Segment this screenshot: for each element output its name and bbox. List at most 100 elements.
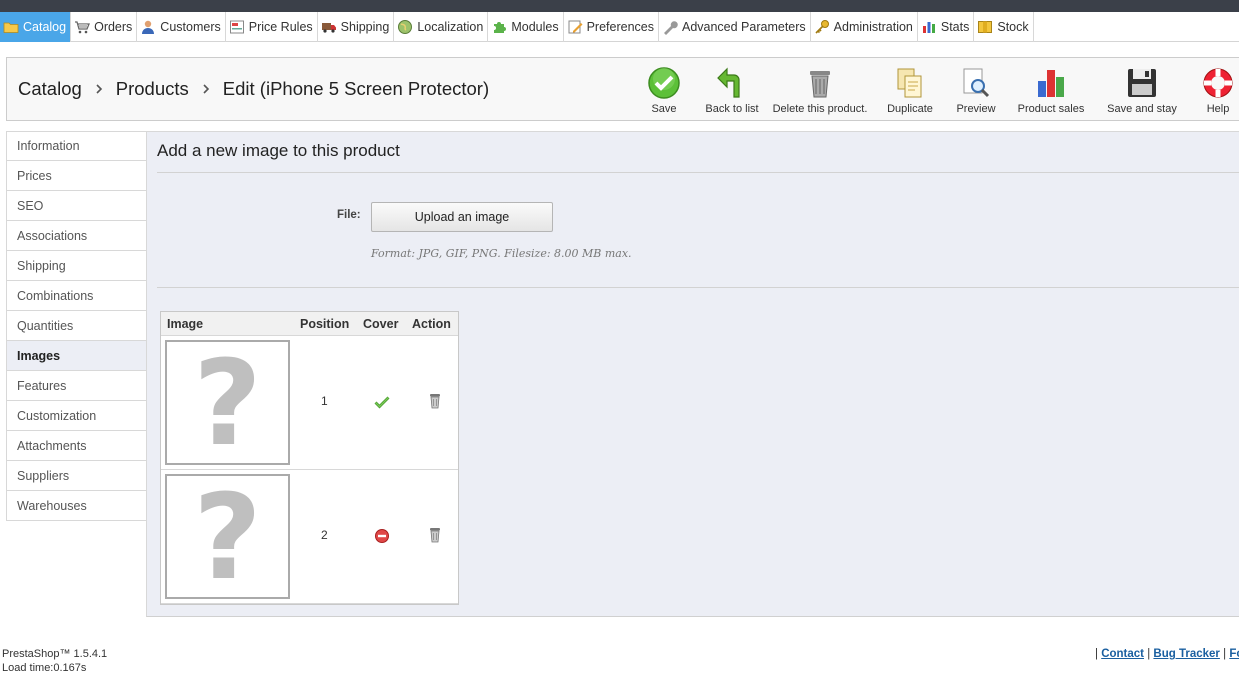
breadcrumb-products[interactable]: Products [116,78,189,100]
delete-label: Delete this product. [772,103,868,115]
panel-title: Add a new image to this product [157,141,400,160]
lifebuoy-icon [1201,66,1235,100]
magnifier-page-icon [959,66,993,100]
box-icon [977,19,993,35]
tab-combinations[interactable]: Combinations [6,281,147,311]
checkmark-circle-icon [647,66,681,100]
menu-label: Customers [160,20,221,34]
folder-icon [3,19,19,35]
page-toolbar: Catalog Products Edit (iPhone 5 Screen P… [6,57,1239,121]
menu-advanced-parameters[interactable]: Advanced Parameters [659,12,811,42]
truck-icon [321,19,337,35]
image-position: 2 [321,528,328,542]
customer-icon [140,19,156,35]
menu-stats[interactable]: Stats [918,12,975,42]
menu-preferences[interactable]: Preferences [564,12,659,42]
header-action: Action [412,317,451,331]
product-sales-button[interactable]: Product sales [1015,66,1087,118]
chevron-right-icon [201,83,211,95]
tab-prices[interactable]: Prices [6,161,147,191]
table-row: ? 2 [161,470,458,604]
menu-orders[interactable]: Orders [71,12,138,42]
delete-product-button[interactable]: Delete this product. [772,66,868,118]
menu-localization[interactable]: Localization [394,12,489,42]
menu-modules[interactable]: Modules [488,12,564,42]
save-and-stay-button[interactable]: Save and stay [1105,66,1179,118]
tab-associations[interactable]: Associations [6,221,147,251]
image-table: Image Position Cover Action ? 1 ? 2 [160,311,459,605]
menu-label: Administration [833,20,913,34]
link-separator: | [1223,648,1227,660]
link-separator: | [1147,648,1151,660]
delete-icon[interactable] [428,393,442,409]
top-strip [0,0,1239,12]
question-mark-icon: ? [193,467,262,606]
tab-customization[interactable]: Customization [6,401,147,431]
question-mark-icon: ? [193,333,262,472]
price-tag-icon [229,19,245,35]
menu-label: Localization [417,20,484,34]
tab-quantities[interactable]: Quantities [6,311,147,341]
file-label: File: [337,209,361,221]
save-stay-label: Save and stay [1107,103,1177,115]
chevron-right-icon [94,83,104,95]
menu-price-rules[interactable]: Price Rules [226,12,318,42]
table-row: ? 1 [161,336,458,470]
not-cover-icon[interactable] [374,528,390,544]
tab-information[interactable]: Information [6,131,147,161]
image-placeholder: ? [165,340,290,465]
tab-suppliers[interactable]: Suppliers [6,461,147,491]
menu-label: Price Rules [248,20,313,34]
image-placeholder: ? [165,474,290,599]
preview-button[interactable]: Preview [954,66,998,118]
tab-warehouses[interactable]: Warehouses [6,491,147,521]
menu-label: Stock [997,20,1029,34]
bug-tracker-link[interactable]: Bug Tracker [1153,648,1219,660]
footer-links: | Contact | Bug Tracker | Fo [1095,648,1239,660]
edit-form-icon [567,19,583,35]
tab-features[interactable]: Features [6,371,147,401]
globe-icon [397,19,413,35]
menu-customers[interactable]: Customers [137,12,226,42]
back-to-list-button[interactable]: Back to list [701,66,763,118]
menu-label: Catalog [23,20,67,34]
save-button[interactable]: Save [644,66,684,118]
format-hint: Format: JPG, GIF, PNG. Filesize: 8.00 MB… [371,247,632,260]
help-button[interactable]: Help [1200,66,1236,118]
menu-stock[interactable]: Stock [974,12,1034,42]
divider [157,287,1239,288]
tab-seo[interactable]: SEO [6,191,147,221]
tab-shipping[interactable]: Shipping [6,251,147,281]
breadcrumb-current: Edit (iPhone 5 Screen Protector) [222,78,490,99]
sales-label: Product sales [1017,103,1085,115]
sales-chart-icon [1034,66,1068,100]
wrench-icon [662,19,678,35]
help-label: Help [1206,103,1230,115]
tab-attachments[interactable]: Attachments [6,431,147,461]
breadcrumb-catalog[interactable]: Catalog [18,78,82,100]
checkmark-icon[interactable] [374,394,390,410]
upload-image-button[interactable]: Upload an image [371,202,553,232]
header-cover: Cover [363,317,399,331]
menu-administration[interactable]: Administration [811,12,918,42]
menu-shipping[interactable]: Shipping [318,12,395,42]
forum-link[interactable]: Fo [1229,648,1239,660]
menu-catalog[interactable]: Catalog [0,12,72,42]
contact-link[interactable]: Contact [1101,648,1144,660]
breadcrumb: Catalog Products Edit (iPhone 5 Screen P… [18,78,489,100]
duplicate-button[interactable]: Duplicate [885,66,935,118]
duplicate-icon [893,66,927,100]
menu-label: Shipping [340,20,390,34]
puzzle-icon [491,19,507,35]
cart-icon [74,19,91,35]
product-tabs: Information Prices SEO Associations Ship… [6,131,147,521]
load-time-text: Load time:0.167s [2,662,87,674]
duplicate-label: Duplicate [887,103,933,115]
tab-images[interactable]: Images [6,341,147,371]
footer-info: PrestaShop™ 1.5.4.1 Load time:0.167s [2,647,107,675]
key-icon [814,19,830,35]
menu-label: Advanced Parameters [681,20,806,34]
menu-label: Orders [94,20,133,34]
delete-icon[interactable] [428,527,442,543]
preview-label: Preview [956,103,996,115]
